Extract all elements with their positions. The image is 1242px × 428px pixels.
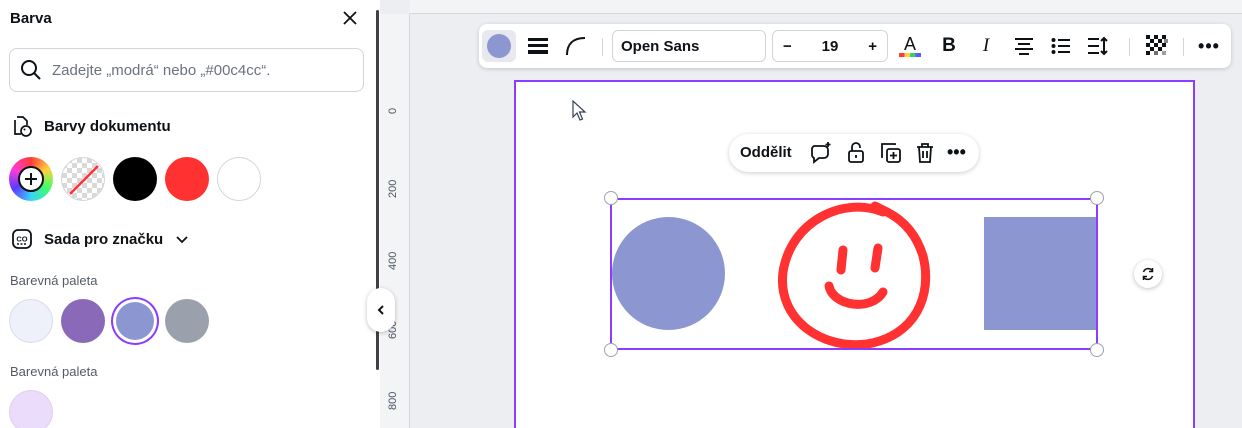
editor-toolbar: Open Sans − 19 + A B I •••	[479, 24, 1231, 68]
ruler-label: 800	[387, 391, 399, 410]
resize-handle-top-left[interactable]	[604, 191, 618, 205]
add-color-button[interactable]	[9, 157, 53, 201]
border-style-icon	[528, 38, 548, 54]
corner-rounding-button[interactable]	[561, 30, 591, 62]
increase-size-button[interactable]: +	[868, 38, 877, 55]
brand-kit-label: Sada pro značku	[44, 230, 164, 248]
palette-label: Barevná paleta	[10, 273, 98, 288]
corner-radius-icon	[566, 37, 586, 56]
document-colors-heading: Barvy dokumentu	[10, 114, 171, 138]
transparency-button[interactable]	[1142, 30, 1172, 62]
text-align-button[interactable]	[1009, 30, 1039, 62]
fill-color-swatch	[487, 34, 511, 58]
swatch-palette-lavender-light[interactable]	[9, 299, 53, 343]
toolbar-divider	[1129, 38, 1130, 56]
horizontal-ruler	[410, 0, 1242, 14]
bold-button[interactable]: B	[935, 30, 963, 62]
search-icon	[21, 60, 41, 80]
brand-kit-dropdown[interactable]: CO Sada pro značku	[10, 227, 189, 251]
swatch-palette-gray[interactable]	[165, 299, 209, 343]
color-panel: Barva Barvy dokumentu	[0, 0, 378, 428]
resize-handle-bottom-left[interactable]	[604, 343, 618, 357]
fill-color-button[interactable]	[482, 30, 516, 62]
duplicate-icon[interactable]	[879, 141, 903, 165]
border-style-button[interactable]	[523, 30, 553, 62]
swatch-palette-periwinkle-selected[interactable]	[116, 302, 154, 340]
swatch-red[interactable]	[165, 157, 209, 201]
ruler-label: 200	[387, 179, 399, 198]
vertical-ruler: 0 200 400 600 800	[380, 14, 410, 428]
color-search-input[interactable]	[52, 61, 352, 79]
plus-icon	[25, 173, 37, 185]
swatch-white[interactable]	[217, 157, 261, 201]
swatch-transparent[interactable]	[61, 157, 105, 201]
ungroup-button[interactable]: Oddělit	[740, 144, 792, 161]
unlock-icon[interactable]	[844, 141, 868, 165]
rotate-button[interactable]	[1134, 260, 1162, 288]
more-options-button[interactable]: •••	[947, 142, 971, 166]
element-context-menu: Oddělit •••	[729, 134, 979, 172]
app-root: 0 200 400 600 800 Oddělit ••• Open Sans …	[0, 0, 1242, 428]
text-color-button[interactable]: A	[895, 30, 925, 62]
list-button[interactable]	[1046, 30, 1076, 62]
text-color-icon: A	[899, 34, 921, 57]
transparency-icon	[1146, 35, 1168, 57]
color-search-box[interactable]	[9, 48, 364, 92]
italic-button[interactable]: I	[972, 30, 1000, 62]
font-size-stepper[interactable]: − 19 +	[772, 30, 888, 62]
selection-box	[610, 198, 1098, 350]
toolbar-more-button[interactable]: •••	[1193, 30, 1225, 62]
ruler-label: 400	[387, 251, 399, 270]
decrease-size-button[interactable]: −	[783, 38, 792, 55]
align-center-icon	[1015, 38, 1033, 55]
spacing-button[interactable]	[1083, 30, 1113, 62]
swatch-palette-purple[interactable]	[61, 299, 105, 343]
swatch-palette-lilac[interactable]	[9, 390, 53, 428]
document-colors-label: Barvy dokumentu	[44, 117, 171, 135]
palette-label: Barevná paleta	[10, 364, 98, 379]
document-palette-icon	[14, 116, 32, 137]
font-size-value[interactable]: 19	[822, 38, 839, 55]
chevron-down-icon	[176, 236, 188, 244]
close-icon[interactable]	[340, 8, 360, 28]
svg-text:CO: CO	[16, 235, 27, 244]
swatch-black[interactable]	[113, 157, 157, 201]
mouse-cursor-icon	[572, 100, 587, 121]
line-spacing-icon	[1088, 36, 1108, 56]
no-color-slash-icon	[69, 165, 99, 195]
trash-icon[interactable]	[913, 141, 937, 165]
toolbar-divider	[1183, 38, 1184, 56]
panel-title: Barva	[10, 10, 52, 27]
ruler-label: 0	[387, 107, 399, 114]
bullet-list-icon	[1051, 38, 1070, 54]
collapse-panel-button[interactable]	[367, 288, 395, 332]
rotate-icon	[1142, 267, 1154, 281]
brand-kit-icon: CO	[12, 229, 32, 249]
font-family-select[interactable]: Open Sans	[612, 30, 766, 62]
chevron-left-icon	[377, 305, 384, 315]
resize-handle-bottom-right[interactable]	[1090, 343, 1104, 357]
resize-handle-top-right[interactable]	[1090, 191, 1104, 205]
text-color-letter: A	[904, 34, 916, 54]
add-comment-icon[interactable]	[809, 141, 833, 165]
add-color-inner	[18, 166, 44, 192]
toolbar-divider	[602, 38, 603, 56]
